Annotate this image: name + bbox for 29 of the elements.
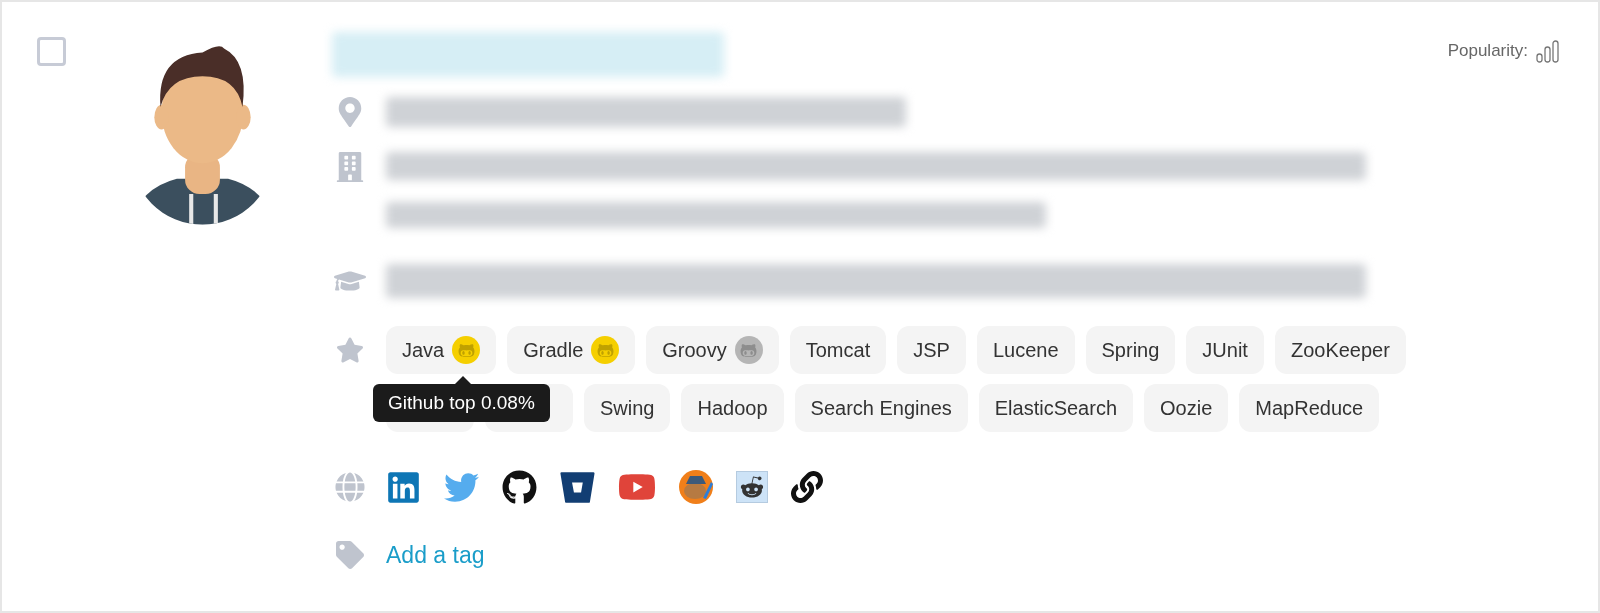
bucket-icon[interactable] [560, 469, 595, 505]
skill-tag[interactable]: MapReduce [1239, 384, 1380, 432]
github-icon[interactable] [502, 469, 537, 505]
star-icon [336, 336, 364, 364]
skill-tag[interactable]: Spring [1085, 326, 1176, 374]
linkedin-icon[interactable] [386, 469, 421, 505]
skill-tag[interactable]: Lucene [976, 326, 1075, 374]
select-checkbox[interactable] [37, 37, 66, 66]
globe-icon [335, 472, 365, 502]
skill-tag[interactable]: Hadoop [681, 384, 784, 432]
skill-tag[interactable]: Oozie [1144, 384, 1229, 432]
tooltip: Github top 0.08% [373, 384, 550, 422]
skill-tag[interactable]: Gradle [507, 326, 636, 374]
reddit-icon[interactable] [736, 471, 768, 503]
popularity-label: Popularity: [1447, 40, 1528, 62]
mascot-icon[interactable] [679, 470, 713, 504]
skill-tag[interactable]: Search Engines [794, 384, 968, 432]
skill-tag[interactable]: Tomcat [789, 326, 887, 374]
skill-tag[interactable]: Groovy [646, 326, 779, 374]
skill-tag[interactable]: Swing [584, 384, 671, 432]
tag-icon [336, 541, 364, 570]
skill-tag[interactable]: Java [386, 326, 497, 374]
skill-tag[interactable]: JUnit [1186, 326, 1264, 374]
building-icon [335, 152, 365, 182]
skill-tag[interactable]: JSP [897, 326, 966, 374]
skill-tag[interactable]: ElasticSearch [978, 384, 1134, 432]
skill-tag[interactable]: ZooKeeper [1274, 326, 1406, 374]
link-icon[interactable] [791, 471, 823, 503]
popularity-bars-icon [1536, 39, 1560, 64]
